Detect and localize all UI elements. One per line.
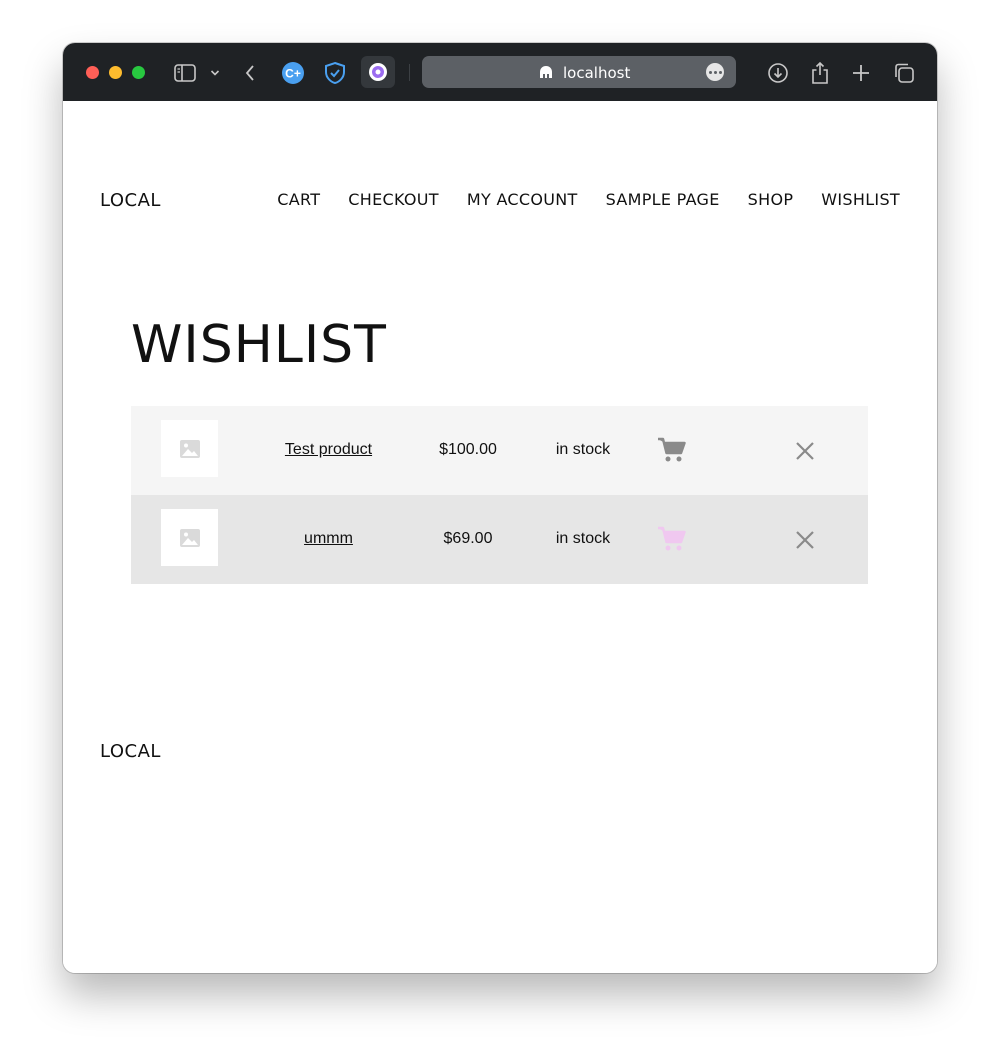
remove-item-icon[interactable] (794, 440, 816, 462)
product-thumbnail[interactable] (161, 420, 218, 477)
image-placeholder-icon (179, 528, 200, 547)
stock-status: in stock (555, 441, 611, 458)
svg-text:C+: C+ (285, 67, 301, 81)
shield-check-icon[interactable] (322, 60, 348, 86)
page-title: WISHLIST (131, 315, 387, 375)
address-bar[interactable]: localhost (422, 56, 736, 88)
add-to-cart-icon[interactable] (657, 525, 687, 553)
share-icon[interactable] (807, 60, 833, 86)
nav-item-wishlist[interactable]: WISHLIST (821, 190, 900, 209)
url-text[interactable]: localhost (563, 64, 630, 82)
nav-item-my-account[interactable]: MY ACCOUNT (467, 190, 578, 209)
more-icon[interactable] (706, 63, 724, 81)
browser-window: C+ localhost LOCAL CART CHECKOUT MY ACCO… (63, 43, 937, 973)
product-name-link[interactable]: ummm (251, 530, 406, 548)
wishlist-table: Test product $100.00 in stock ummm $69.0… (131, 406, 868, 584)
product-price: $100.00 (439, 441, 497, 458)
add-to-cart-icon[interactable] (657, 436, 687, 464)
extension-c-plus-icon[interactable]: C+ (280, 60, 306, 86)
close-window-button[interactable] (86, 66, 99, 79)
table-row: ummm $69.00 in stock (131, 495, 868, 584)
stock-status: in stock (555, 530, 611, 547)
site-icon (538, 65, 554, 84)
nav-item-shop[interactable]: SHOP (748, 190, 794, 209)
toolbar-separator (409, 64, 410, 81)
product-price: $69.00 (443, 530, 493, 547)
minimize-window-button[interactable] (109, 66, 122, 79)
product-thumbnail[interactable] (161, 509, 218, 566)
nav-item-checkout[interactable]: CHECKOUT (348, 190, 439, 209)
nav-item-cart[interactable]: CART (277, 190, 320, 209)
table-row: Test product $100.00 in stock (131, 406, 868, 495)
tab-overview-icon[interactable] (891, 60, 917, 86)
site-title-link[interactable]: LOCAL (100, 190, 161, 211)
new-tab-icon[interactable] (848, 60, 874, 86)
browser-toolbar: C+ localhost (63, 43, 937, 101)
extension-disc-icon[interactable] (361, 56, 395, 88)
nav-item-sample-page[interactable]: SAMPLE PAGE (606, 190, 720, 209)
footer-site-title[interactable]: LOCAL (100, 741, 161, 762)
main-nav: CART CHECKOUT MY ACCOUNT SAMPLE PAGE SHO… (277, 190, 900, 209)
sidebar-icon[interactable] (172, 60, 198, 86)
chevron-down-icon[interactable] (202, 60, 228, 86)
back-icon[interactable] (237, 60, 263, 86)
product-name-link[interactable]: Test product (251, 441, 406, 459)
remove-item-icon[interactable] (794, 529, 816, 551)
image-placeholder-icon (179, 439, 200, 458)
page-content: LOCAL CART CHECKOUT MY ACCOUNT SAMPLE PA… (63, 101, 937, 973)
maximize-window-button[interactable] (132, 66, 145, 79)
download-icon[interactable] (765, 60, 791, 86)
